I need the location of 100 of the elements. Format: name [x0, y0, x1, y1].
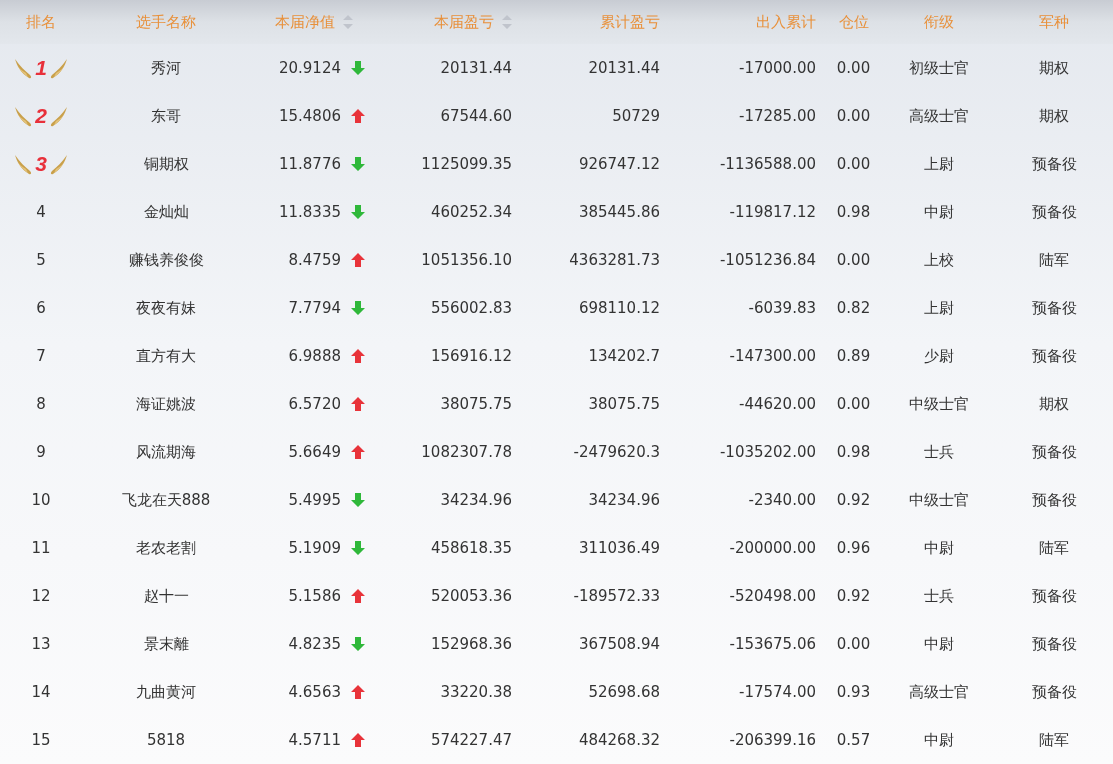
player-name: 直方有大	[136, 346, 196, 366]
table-cell: 20131.44	[588, 59, 660, 77]
table-cell: 中尉	[923, 730, 954, 750]
table-cell: 6.5720	[288, 395, 341, 413]
player-name: 赚钱养俊俊	[128, 250, 204, 270]
rank-number: 14	[31, 683, 51, 701]
table-cell: 8.4759	[288, 251, 341, 269]
column-header[interactable]: 本届盈亏	[434, 12, 494, 32]
table-cell: 士兵	[923, 442, 954, 462]
player-name: 海证姚波	[136, 394, 196, 414]
table-cell: 0.93	[836, 683, 871, 701]
table-cell: 0.00	[836, 635, 871, 653]
table-cell: 少尉	[923, 346, 954, 366]
table-cell: 期权	[1039, 106, 1069, 126]
table-cell: 期权	[1039, 394, 1069, 414]
table-cell: 0.92	[836, 491, 871, 509]
column-header: 排名	[26, 12, 56, 32]
table-cell: -520498.00	[729, 587, 816, 605]
table-cell: 50729	[612, 107, 660, 125]
table-cell: 上尉	[923, 154, 954, 174]
table-cell: 5.4995	[288, 491, 341, 509]
table-cell: 1051356.10	[421, 251, 512, 269]
table-cell: 4.6563	[288, 683, 341, 701]
column-header: 出入累计	[756, 12, 816, 32]
table-cell: 0.89	[836, 347, 871, 365]
table-cell: -189572.33	[573, 587, 660, 605]
player-name: 东哥	[151, 106, 181, 126]
table-cell: 11.8335	[278, 203, 341, 221]
table-cell: 0.00	[836, 155, 871, 173]
table-cell: 高级士官	[908, 682, 969, 702]
table-cell: -200000.00	[729, 539, 816, 557]
rank-number: 8	[36, 395, 46, 413]
table-cell: -206399.16	[729, 731, 816, 749]
sort-icon[interactable]	[343, 15, 353, 29]
column-header: 累计盈亏	[600, 12, 660, 32]
rank-number: 15	[31, 731, 51, 749]
table-cell: 11.8776	[278, 155, 341, 173]
table-cell: 预备役	[1031, 634, 1077, 654]
table-cell: 520053.36	[430, 587, 512, 605]
player-name: 九曲黄河	[136, 682, 196, 702]
player-name: 风流期海	[136, 442, 196, 462]
table-cell: 311036.49	[578, 539, 660, 557]
table-cell: -17000.00	[739, 59, 816, 77]
player-name: 飞龙在天888	[121, 490, 211, 510]
table-cell: 34234.96	[440, 491, 512, 509]
table-cell: 484268.32	[578, 731, 660, 749]
table-cell: 预备役	[1031, 154, 1077, 174]
table-cell: 5.1586	[288, 587, 341, 605]
rank-number: 6	[36, 299, 46, 317]
table-cell: -2479620.3	[573, 443, 660, 461]
rank-number: 3	[35, 152, 47, 176]
table-cell: 预备役	[1031, 490, 1077, 510]
table-cell: -1051236.84	[719, 251, 816, 269]
table-cell: 预备役	[1031, 346, 1077, 366]
column-header: 衔级	[923, 12, 954, 32]
rank-number: 13	[31, 635, 51, 653]
table-cell: 4363281.73	[569, 251, 660, 269]
player-name: 金灿灿	[143, 202, 189, 222]
player-name: 秀河	[151, 58, 181, 78]
sort-icon[interactable]	[502, 15, 512, 29]
table-cell: 156916.12	[430, 347, 512, 365]
table-cell: 4.5711	[288, 731, 341, 749]
table-cell: 458618.35	[430, 539, 512, 557]
table-cell: 5.1909	[288, 539, 341, 557]
table-cell: 152968.36	[430, 635, 512, 653]
table-cell: 0.57	[836, 731, 871, 749]
table-cell: 高级士官	[908, 106, 969, 126]
table-cell: 5.6649	[288, 443, 341, 461]
table-cell: 52698.68	[588, 683, 660, 701]
table-cell: -2340.00	[748, 491, 816, 509]
table-cell: 预备役	[1031, 298, 1077, 318]
table-cell: 7.7794	[288, 299, 341, 317]
table-cell: 0.96	[836, 539, 871, 557]
player-name: 老农老割	[136, 538, 196, 558]
table-cell: 38075.75	[588, 395, 660, 413]
table-cell: 4.8235	[288, 635, 341, 653]
table-cell: 初级士官	[908, 58, 969, 78]
table-cell: 陆军	[1039, 538, 1069, 558]
table-cell: 556002.83	[430, 299, 512, 317]
rank-number: 11	[31, 539, 51, 557]
table-cell: -17285.00	[739, 107, 816, 125]
table-cell: 367508.94	[578, 635, 660, 653]
table-cell: 134202.7	[588, 347, 660, 365]
table-cell: -1035202.00	[719, 443, 816, 461]
table-cell: 6.9888	[288, 347, 341, 365]
table-cell: 士兵	[923, 586, 954, 606]
column-header[interactable]: 本届净值	[275, 12, 335, 32]
table-cell: 0.00	[836, 107, 871, 125]
rank-number: 2	[35, 104, 47, 128]
table-cell: 预备役	[1031, 682, 1077, 702]
rank-number: 10	[31, 491, 51, 509]
table-cell: 460252.34	[430, 203, 512, 221]
table-cell: 0.98	[836, 203, 871, 221]
table-cell: -1136588.00	[719, 155, 816, 173]
table-cell: 中尉	[923, 202, 954, 222]
rank-number: 7	[36, 347, 46, 365]
player-name: 景末離	[143, 634, 189, 654]
table-cell: 陆军	[1039, 730, 1069, 750]
table-cell: 陆军	[1039, 250, 1069, 270]
player-name: 赵十一	[143, 586, 189, 606]
